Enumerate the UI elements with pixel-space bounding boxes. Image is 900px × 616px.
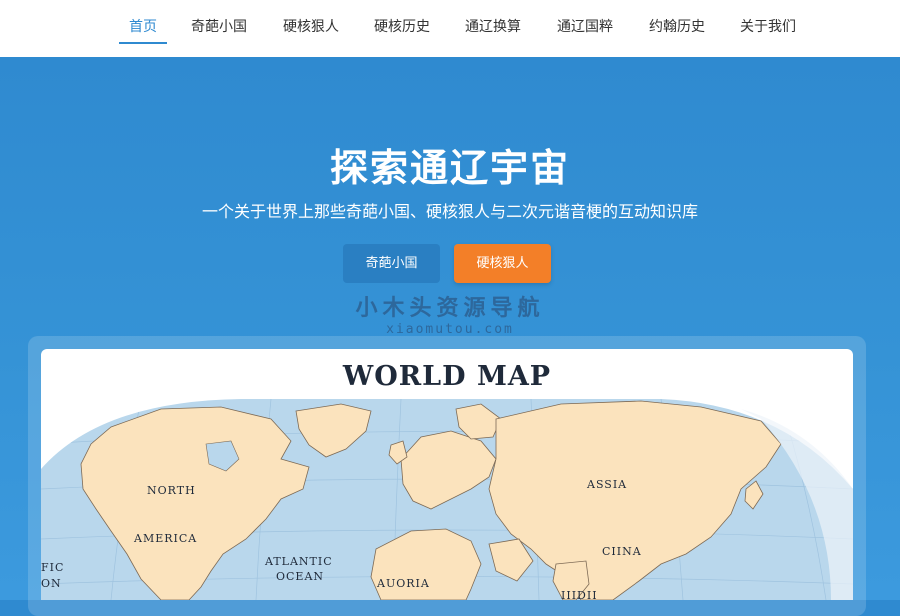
map-label-asia: ASSIA (586, 478, 627, 491)
weird-countries-button[interactable]: 奇葩小国 (343, 244, 440, 283)
map-label-pacific-partial: FIC (41, 561, 64, 574)
watermark-url: xiaomutou.com (386, 322, 514, 337)
hardcore-people-button[interactable]: 硬核狠人 (454, 244, 551, 283)
map-label-africa-partial: AUORIA (376, 577, 430, 590)
map-label-china: CIINA (602, 545, 642, 558)
hero-title: 探索通辽宇宙 (329, 146, 570, 190)
map-label-north: NORTH (147, 484, 196, 497)
nav-item-home[interactable]: 首页 (119, 0, 167, 57)
world-map-card: NORTH AMERICA ATLANTIC OCEAN FIC ON ASSI… (41, 349, 853, 600)
nav-item-john-history[interactable]: 约翰历史 (648, 0, 706, 57)
nav-item-weird-countries[interactable]: 奇葩小国 (190, 0, 248, 57)
nav-item-about-us[interactable]: 关于我们 (739, 0, 797, 57)
map-title: WORLD MAP (342, 361, 552, 392)
nav-item-tongliao-quintessence[interactable]: 通辽国粹 (556, 0, 614, 57)
hero-subtitle: 一个关于世界上那些奇葩小国、硬核狠人与二次元谐音梗的互动知识库 (201, 202, 698, 221)
nav-item-tongliao-convert[interactable]: 通辽换算 (464, 0, 522, 57)
watermark-text: 小木头资源导航 (355, 296, 545, 321)
nav-item-hardcore-people[interactable]: 硬核狠人 (282, 0, 340, 57)
top-nav: 首页 奇葩小国 硬核狠人 硬核历史 通辽换算 通辽国粹 约翰历史 关于我们 (0, 0, 900, 57)
map-label-atlantic: ATLANTIC (264, 555, 333, 568)
map-label-america: AMERICA (133, 532, 197, 545)
map-label-ocean: OCEAN (276, 570, 324, 583)
nav-item-hardcore-history[interactable]: 硬核历史 (373, 0, 431, 57)
map-label-india-partial: IIIDII (561, 589, 598, 600)
map-label-pacific-partial2: ON (41, 577, 62, 590)
